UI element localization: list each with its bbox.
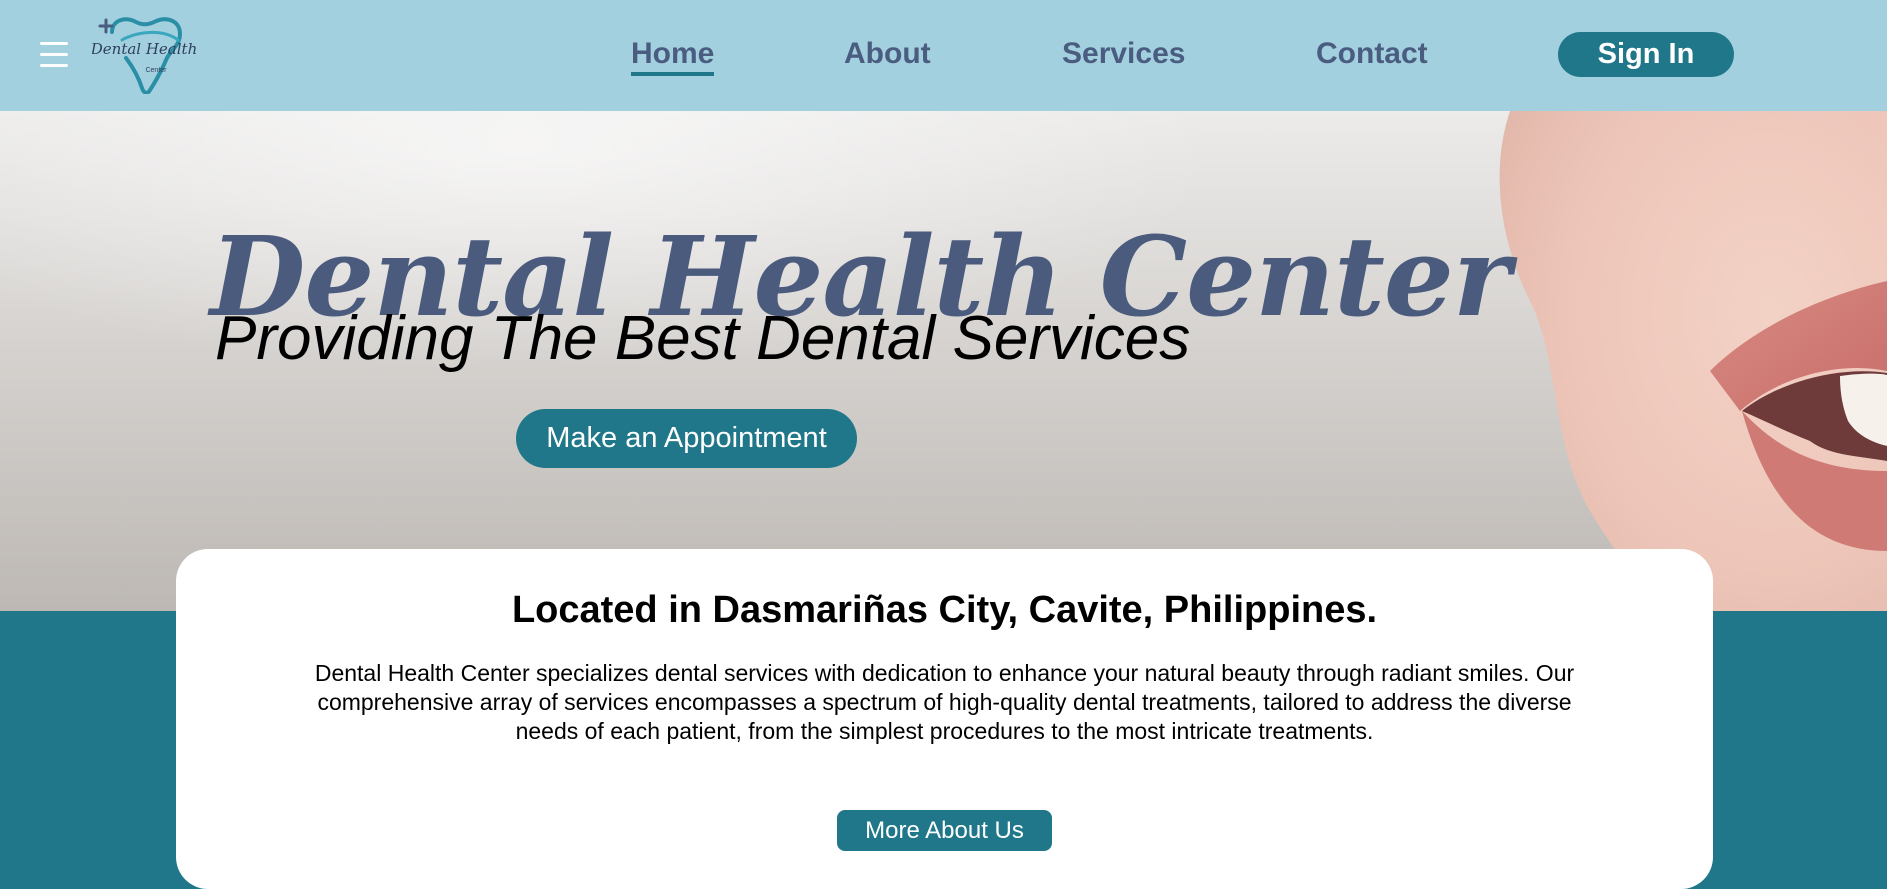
nav-contact-link[interactable]: Contact [1316,36,1428,72]
more-about-us-button[interactable]: More About Us [837,810,1052,851]
nav-services-link[interactable]: Services [1062,36,1185,72]
about-description: Dental Health Center specializes dental … [314,660,1575,744]
sign-in-button[interactable]: Sign In [1558,32,1734,77]
about-heading: Located in Dasmariñas City, Cavite, Phil… [511,589,1378,631]
nav-about-link[interactable]: About [844,36,931,72]
hero-subtitle: Providing The Best Dental Services [215,304,1191,373]
about-card: Located in Dasmariñas City, Cavite, Phil… [176,549,1713,889]
nav-home-link[interactable]: Home [631,36,715,76]
hero-face-image [1499,111,1887,611]
top-navbar: Dental Health Center Home About Services… [0,0,1887,111]
hero-section: Dental Health Center Providing The Best … [0,111,1887,611]
make-appointment-button[interactable]: Make an Appointment [516,409,857,468]
